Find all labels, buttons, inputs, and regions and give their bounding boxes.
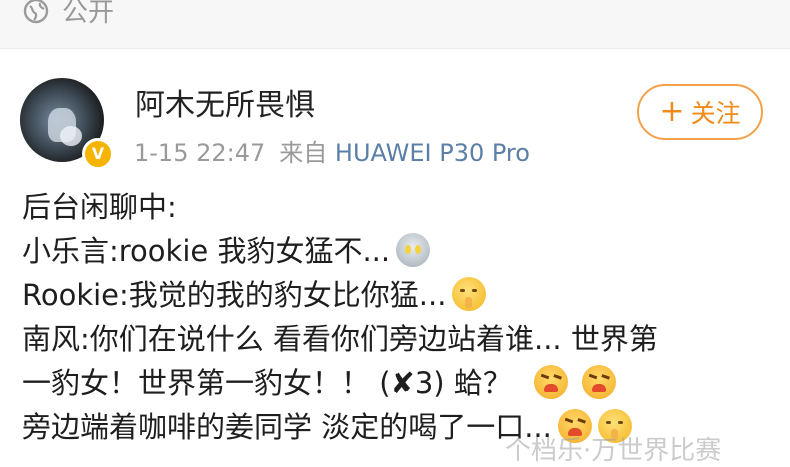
post-time: 1-15 22:47 — [134, 139, 266, 167]
post-meta: 1-15 22:47 来自 HUAWEI P30 Pro — [134, 133, 530, 168]
follow-button[interactable]: + 关注 — [637, 84, 763, 140]
post-line-text: 旁边端着咖啡的姜同学 淡定的喝了一口... — [22, 410, 552, 444]
post-line-text: 小乐言:rookie 我豹女猛不... — [22, 234, 391, 268]
post-line: 小乐言:rookie 我豹女猛不... — [22, 229, 782, 273]
post-line: 一豹女！世界第一豹女！！ (✘3) 蛤？ — [22, 361, 782, 405]
avatar-figure-detail — [60, 126, 82, 146]
post-content: 后台闲聊中: 小乐言:rookie 我豹女猛不... Rookie:我觉的我的豹… — [22, 185, 782, 449]
follow-label: 关注 — [690, 99, 741, 128]
visibility-indicator[interactable]: 公开 — [22, 0, 114, 29]
author-name[interactable]: 阿木无所畏惧 — [135, 80, 315, 124]
post-line-text: 后台闲聊中: — [22, 190, 177, 224]
globe-icon — [23, 0, 49, 23]
post-line: 后台闲聊中: — [22, 185, 782, 229]
post-line-text: 一豹女！世界第一豹女！！ (✘3) 蛤？ — [22, 366, 512, 400]
shh-emoji-icon — [452, 277, 487, 311]
angry-emoji-icon — [581, 365, 616, 399]
post-source-prefix: 来自 — [279, 139, 328, 167]
ultraman-emoji-icon — [396, 233, 431, 267]
watermark: 个档乐·万世界比赛 — [505, 436, 722, 466]
post-line-text: 南风:你们在说什么 看看你们旁边站着谁... 世界第 — [22, 322, 658, 356]
author-avatar[interactable]: V — [20, 78, 114, 170]
post-line: 南风:你们在说什么 看看你们旁边站着谁... 世界第 — [22, 317, 782, 361]
angry-emoji-icon — [533, 365, 568, 399]
visibility-label: 公开 — [62, 0, 115, 28]
post-line-text: Rookie:我觉的我的豹女比你猛... — [22, 278, 447, 312]
post-topbar: 公开 — [0, 0, 790, 49]
post-line: Rookie:我觉的我的豹女比你猛... — [22, 273, 782, 317]
post-device-link[interactable]: HUAWEI P30 Pro — [335, 139, 530, 167]
verified-v-badge-icon: V — [82, 138, 114, 170]
plus-icon: + — [659, 94, 685, 129]
